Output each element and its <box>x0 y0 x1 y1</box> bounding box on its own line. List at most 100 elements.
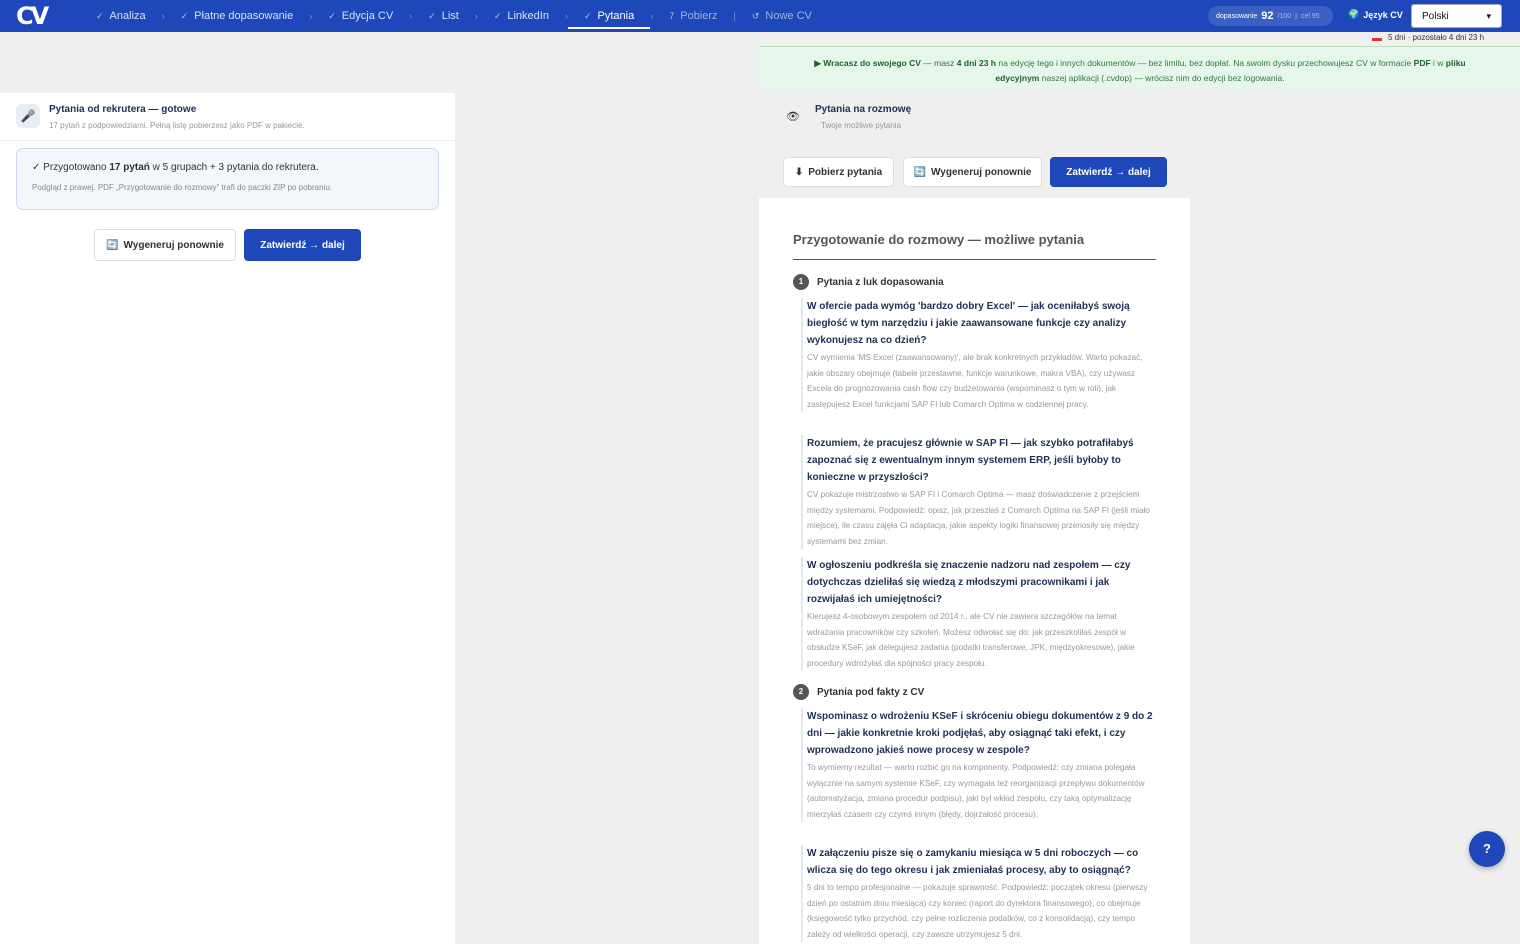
banner-strong: PDF <box>1413 58 1431 68</box>
question-text: W ogłoszeniu podkreśla się znaczenie nad… <box>807 560 1131 605</box>
summary-count: 17 pytań <box>109 162 150 173</box>
section-number: 1 <box>793 274 809 290</box>
step-platne-dopasowanie[interactable]: ✓ Płatne dopasowanie <box>177 0 298 32</box>
banner-text: na edycję tego i innych dokumentów — bez… <box>996 58 1414 68</box>
left-panel <box>0 93 455 944</box>
chevron-right-icon: › <box>409 11 413 21</box>
microphone-icon: 🎤 <box>16 104 40 128</box>
cv-language-select[interactable]: Polski ▾ <box>1411 4 1502 28</box>
step-label: Płatne dopasowanie <box>194 10 294 22</box>
button-label: Wygeneruj ponownie <box>931 166 1032 178</box>
app-logo[interactable]: CV <box>16 3 49 29</box>
cv-language-label: 🌍 Język CV <box>1348 9 1403 20</box>
divider-bar: | <box>733 11 736 21</box>
step-label: List <box>441 10 459 22</box>
step-label: Analiza <box>109 10 146 22</box>
right-panel-subtitle: Twoje możliwe pytania <box>821 121 902 130</box>
section-heading: 1 Pytania z luk dopasowania <box>793 274 944 290</box>
banner-strong: ▶ Wracasz do swojego CV <box>814 58 921 68</box>
question-item: W ogłoszeniu podkreśla się znaczenie nad… <box>801 557 1156 671</box>
fit-score-value: 92 <box>1261 10 1274 22</box>
check-icon: ✓ <box>428 10 436 21</box>
refresh-icon: ↺ <box>751 10 760 21</box>
check-icon: ✓ <box>180 10 189 21</box>
confirm-next-button[interactable]: Zatwierdź → dalej <box>244 229 361 261</box>
chevron-down-icon: ▾ <box>1486 10 1491 21</box>
banner-strong: pliku <box>1445 58 1466 68</box>
chevron-right-icon: › <box>309 11 313 21</box>
step-nowe-cv[interactable]: ↺ Nowe CV <box>748 0 816 32</box>
summary-note: Podgląd z prawej. PDF „Przygotowanie do … <box>32 183 332 192</box>
help-button[interactable]: ? <box>1469 831 1505 867</box>
banner-strong: 4 dni 23 h <box>956 58 997 68</box>
document-title: Przygotowanie do rozmowy — możliwe pytan… <box>793 232 1085 247</box>
question-item: Rozumiem, że pracujesz głównie w SAP FI … <box>801 435 1156 549</box>
check-icon: ✓ <box>328 10 336 21</box>
globe-icon: 🌍 <box>1348 9 1360 19</box>
banner-line-2: edycyjnym naszej aplikacji (.cvdop) — wr… <box>760 71 1520 86</box>
step-pobierz[interactable]: 7 Pobierz <box>665 0 721 32</box>
regenerate-button[interactable]: 🔄 Wygeneruj ponownie <box>94 229 236 261</box>
section-title: Pytania pod fakty z CV <box>817 686 925 698</box>
step-label: Pobierz <box>680 10 718 22</box>
document-preview[interactable]: Przygotowanie do rozmowy — możliwe pytan… <box>759 198 1190 944</box>
step-label: LinkedIn <box>507 10 549 22</box>
download-icon: ⬇ <box>794 166 804 178</box>
chevron-right-icon: › <box>650 11 654 21</box>
section-heading: 2 Pytania pod fakty z CV <box>793 684 924 700</box>
title-rule <box>793 259 1156 260</box>
banner-text: — masz <box>920 58 957 68</box>
step-label: Pytania <box>597 10 635 22</box>
question-hint: 5 dni to tempo profesjonalne — pokazuje … <box>807 883 1148 939</box>
selected-language: Polski <box>1422 10 1449 22</box>
step-analiza[interactable]: ✓ Analiza <box>92 0 150 32</box>
question-item: W ofercie pada wymóg 'bardzo dobry Excel… <box>801 298 1156 412</box>
check-icon: ✓ <box>493 10 502 21</box>
right-panel-title: Pytania na rozmowę <box>815 104 912 115</box>
button-label: Zatwierdź → dalej <box>260 239 345 251</box>
banner-text: i w <box>1430 58 1446 68</box>
refresh-icon: 🔄 <box>106 239 119 251</box>
step-list[interactable]: ✓ List <box>424 0 463 32</box>
summary-line: ✓ Przygotowano 17 pytań w 5 grupach + 3 … <box>32 162 423 173</box>
refresh-icon: 🔄 <box>913 166 927 178</box>
confirm-next-button[interactable]: Zatwierdź → dalej <box>1050 157 1167 187</box>
download-questions-button[interactable]: ⬇ Pobierz pytania <box>783 157 894 187</box>
step-edycja-cv[interactable]: ✓ Edycja CV <box>324 0 397 32</box>
top-navigation: CV ✓ Analiza › ✓ Płatne dopasowanie › ✓ Edy… <box>0 0 1520 32</box>
eye-icon: 👁 <box>786 111 800 123</box>
step-pytania[interactable]: ✓ Pytania <box>567 0 651 32</box>
return-banner: ▶ Wracasz do swojego CV — masz 4 dni 23 … <box>760 46 1520 90</box>
button-label: Zatwierdź → dalej <box>1066 166 1151 178</box>
left-panel-title: Pytania od rekrutera — gotowe <box>49 104 197 115</box>
check-icon: ✓ <box>583 10 592 21</box>
fit-score-target: cel 95 <box>1300 12 1320 20</box>
question-item: Wspominasz o wdrożeniu KSeF i skróceniu … <box>801 708 1156 822</box>
chevron-right-icon: › <box>474 11 478 21</box>
chevron-right-icon: › <box>564 11 568 21</box>
summary-box: ✓ Przygotowano 17 pytań w 5 grupach + 3 … <box>16 148 439 210</box>
section-title: Pytania z luk dopasowania <box>817 276 944 288</box>
summary-text: ✓ Przygotowano <box>32 162 110 173</box>
remaining-time: 5 dni · pozostało 4 dni 23 h <box>1372 33 1484 42</box>
button-label: Pobierz pytania <box>808 166 883 178</box>
regenerate-button[interactable]: 🔄 Wygeneruj ponownie <box>903 157 1042 187</box>
fit-score-label: dopasowanie <box>1216 12 1258 20</box>
question-hint: CV pokazuje mistrzostwo w SAP FI i Comar… <box>807 490 1150 546</box>
question-text: Rozumiem, że pracujesz głównie w SAP FI … <box>807 438 1134 483</box>
fit-score-max: /100 <box>1277 12 1292 20</box>
step-linkedin[interactable]: ✓ LinkedIn <box>490 0 553 32</box>
summary-text: w 5 grupach + 3 pytania do rekrutera. <box>149 162 319 173</box>
left-panel-subtitle: 17 pytań z podpowiedziami. Pełną listę p… <box>49 121 305 130</box>
step-number: 7 <box>669 11 675 21</box>
pipe-divider: | <box>1295 12 1297 20</box>
banner-strong: edycyjnym <box>995 73 1040 83</box>
fit-score-badge: dopasowanie 92/100 | cel 95 <box>1208 6 1333 26</box>
step-label: Nowe CV <box>765 10 812 22</box>
step-label: Edycja CV <box>341 10 394 22</box>
question-text: W załączeniu pisze się o zamykaniu miesi… <box>807 848 1139 876</box>
flag-icon <box>1372 34 1382 41</box>
button-label: Wygeneruj ponownie <box>123 239 224 251</box>
wizard-steps: ✓ Analiza › ✓ Płatne dopasowanie › ✓ Edycja… <box>92 0 816 32</box>
banner-line-1: ▶ Wracasz do swojego CV — masz 4 dni 23 … <box>760 56 1520 71</box>
